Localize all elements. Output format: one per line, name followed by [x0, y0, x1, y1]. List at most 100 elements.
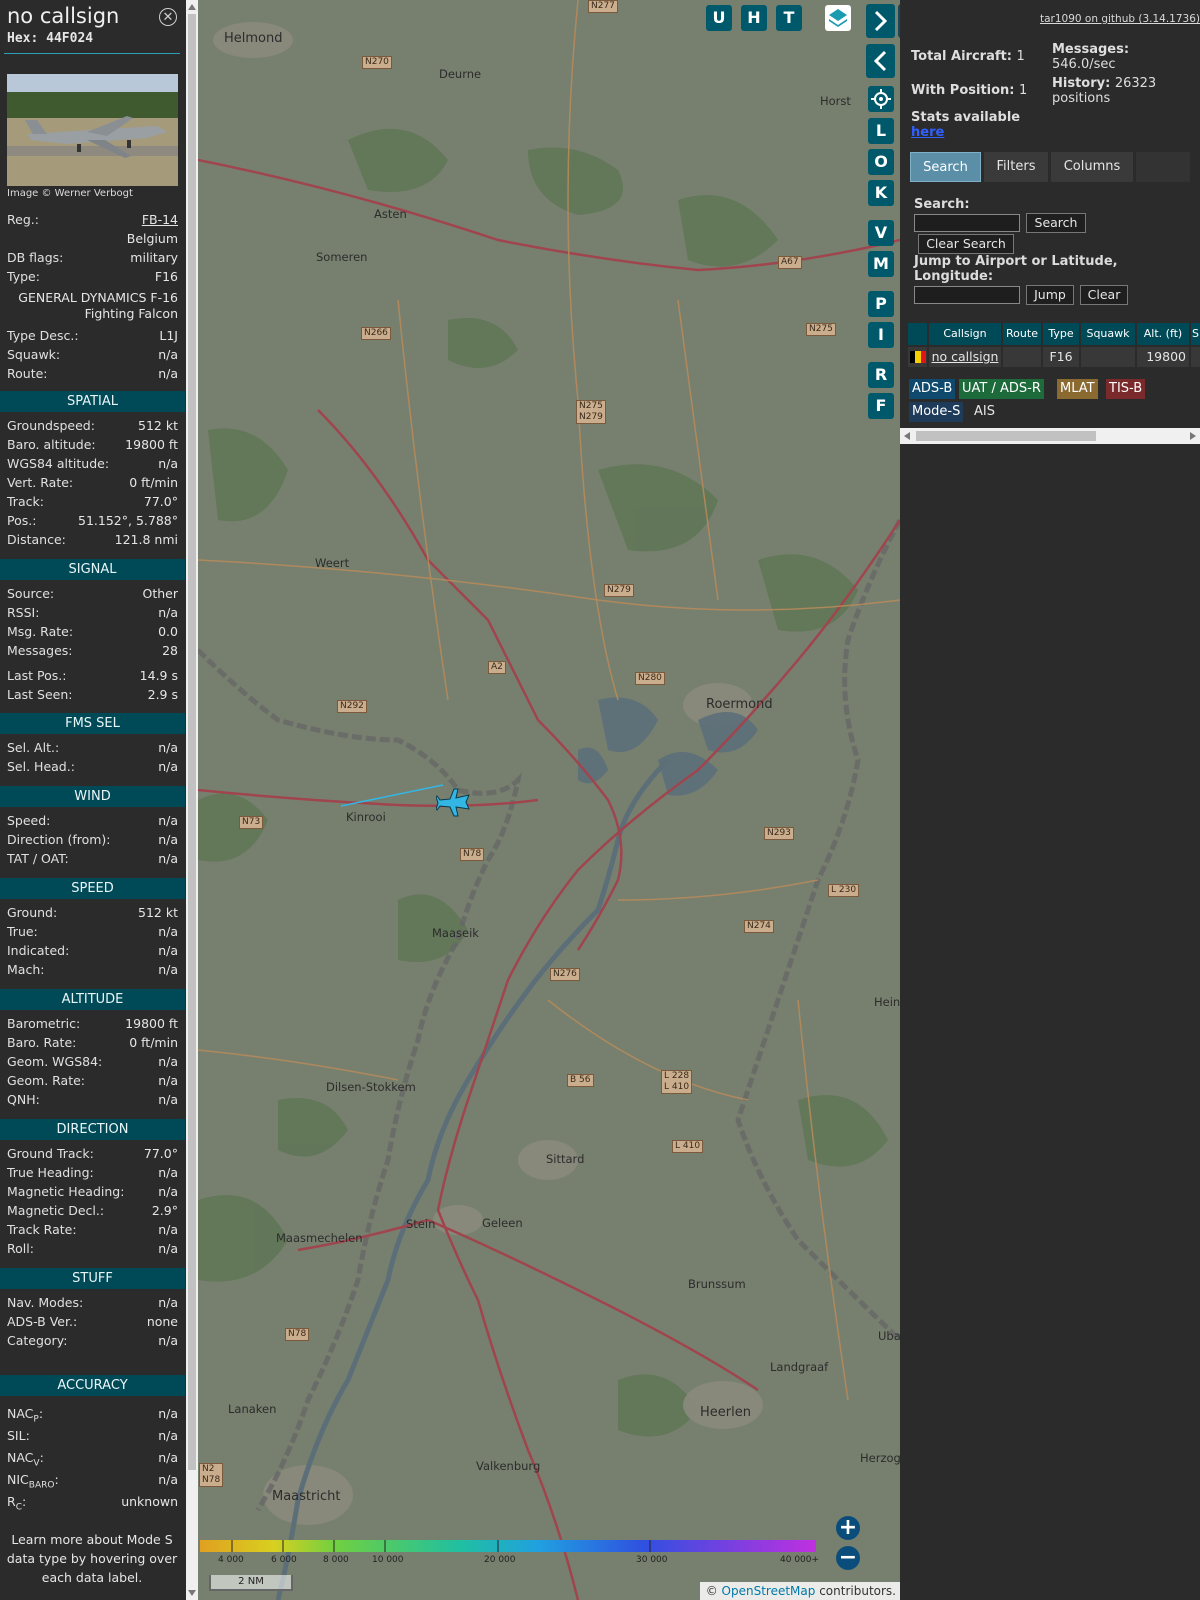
- expand-sidebar-icon[interactable]: [866, 4, 895, 38]
- scroll-down-arrow-icon[interactable]: [188, 1590, 196, 1596]
- info-row: Geom. Rate: n/a: [7, 1073, 178, 1091]
- jump-input[interactable]: [914, 286, 1020, 304]
- table-header-altitude[interactable]: Alt. (ft): [1137, 323, 1189, 345]
- info-row: SIL: n/a: [7, 1428, 178, 1446]
- table-cell-speed[interactable]: [1191, 347, 1200, 367]
- info-label: WGS84 altitude:: [7, 456, 110, 471]
- table-header-type[interactable]: Type: [1043, 323, 1079, 345]
- map-button-v[interactable]: V: [868, 220, 894, 246]
- info-row: Geom. WGS84: n/a: [7, 1054, 178, 1072]
- info-value: n/a: [158, 1222, 178, 1237]
- table-cell-callsign[interactable]: no callsign: [929, 347, 1001, 367]
- github-link[interactable]: tar1090 on github (3.14.1736): [1040, 13, 1200, 25]
- info-label: True Heading:: [7, 1165, 94, 1180]
- aircraft-photo[interactable]: [7, 74, 178, 186]
- legend-label: 6 000: [271, 1555, 297, 1565]
- chip-mlat[interactable]: MLAT: [1057, 379, 1098, 399]
- table-cell-altitude[interactable]: 19800: [1137, 347, 1189, 367]
- zoom-out-icon[interactable]: −: [836, 1546, 860, 1570]
- info-label: Vert. Rate:: [7, 475, 74, 490]
- road-tag: N78: [460, 848, 485, 861]
- table-cell-route[interactable]: [1003, 347, 1041, 367]
- info-row-route: Route: n/a: [7, 366, 178, 384]
- info-value: n/a: [158, 347, 178, 362]
- selected-callsign: no callsign: [7, 4, 120, 28]
- map-button-r[interactable]: R: [868, 362, 894, 388]
- map-button-h[interactable]: H: [741, 5, 767, 31]
- zoom-in-icon[interactable]: +: [836, 1516, 860, 1540]
- info-row: Category: n/a: [7, 1333, 178, 1351]
- map-button-t[interactable]: T: [776, 5, 802, 31]
- table-horizontal-scrollbar[interactable]: [900, 428, 1200, 444]
- map-canvas[interactable]: Helmond Deurne Horst Asten Someren Weert…: [198, 0, 900, 1600]
- jump-button[interactable]: Jump: [1026, 285, 1074, 305]
- map-button-u[interactable]: U: [706, 5, 732, 31]
- info-row: Roll: n/a: [7, 1241, 178, 1259]
- place-label: Roermond: [706, 697, 773, 712]
- tab-search[interactable]: Search: [910, 152, 981, 182]
- tab-filters[interactable]: Filters: [984, 152, 1048, 182]
- table-header-callsign[interactable]: Callsign: [929, 323, 1001, 345]
- info-value: n/a: [158, 1472, 178, 1487]
- table-cell-type[interactable]: F16: [1043, 347, 1079, 367]
- section-header-speed: SPEED: [0, 878, 185, 899]
- chip-adsb[interactable]: ADS-B: [909, 379, 956, 399]
- info-row: Track Rate: n/a: [7, 1222, 178, 1240]
- scroll-right-arrow-icon[interactable]: [1190, 432, 1196, 440]
- table-header-route[interactable]: Route: [1003, 323, 1041, 345]
- search-label: Search:: [914, 197, 970, 212]
- table-header-squawk[interactable]: Squawk: [1081, 323, 1135, 345]
- info-label: Squawk:: [7, 347, 61, 362]
- layers-icon[interactable]: [825, 5, 851, 31]
- map-button-k[interactable]: K: [868, 180, 894, 206]
- type-full-line-2: Fighting Falcon: [84, 306, 178, 321]
- info-label: Magnetic Heading:: [7, 1184, 125, 1199]
- search-input[interactable]: [914, 214, 1020, 232]
- map-button-l[interactable]: L: [868, 118, 894, 144]
- legend-label: 30 000: [636, 1555, 668, 1565]
- aircraft-track: [340, 784, 444, 807]
- info-value: 512 kt: [138, 418, 178, 433]
- scroll-up-arrow-icon[interactable]: [188, 4, 196, 10]
- road-tag: N277: [588, 0, 618, 13]
- info-panel-scrollbar[interactable]: [186, 0, 198, 1600]
- info-label: Last Seen:: [7, 687, 73, 702]
- chip-tisb[interactable]: TIS-B: [1106, 379, 1146, 399]
- chip-modes[interactable]: Mode-S: [909, 402, 964, 422]
- road-tag: N276: [550, 968, 580, 981]
- info-value: L1J: [159, 328, 178, 343]
- map-button-o[interactable]: O: [868, 149, 894, 175]
- map-button-f[interactable]: F: [868, 393, 894, 419]
- search-button[interactable]: Search: [1026, 213, 1086, 233]
- registration-link[interactable]: FB-14: [142, 212, 178, 227]
- clear-search-button[interactable]: Clear Search: [918, 234, 1014, 254]
- map-button-i[interactable]: I: [868, 322, 894, 348]
- clear-button[interactable]: Clear: [1080, 285, 1128, 305]
- collapse-sidebar-icon[interactable]: [866, 44, 895, 78]
- info-label: Source:: [7, 586, 55, 601]
- section-header-accuracy: ACCURACY: [0, 1375, 185, 1396]
- map-button-p[interactable]: P: [868, 291, 894, 317]
- info-label: Messages:: [7, 643, 73, 658]
- stats-link[interactable]: here: [911, 125, 1020, 140]
- tab-columns[interactable]: Columns: [1051, 152, 1133, 182]
- place-label: Weert: [315, 556, 350, 570]
- info-row-type: Type: F16: [7, 269, 178, 287]
- info-value: military: [130, 250, 178, 265]
- info-label: Baro. Rate:: [7, 1035, 77, 1050]
- info-row: True: n/a: [7, 924, 178, 942]
- map-button-m[interactable]: M: [868, 251, 894, 277]
- table-header-speed[interactable]: S: [1191, 323, 1200, 345]
- close-icon[interactable]: ✕: [159, 8, 177, 26]
- chip-ais[interactable]: AIS: [971, 402, 998, 422]
- info-row: ADS-B Ver.: none: [7, 1314, 178, 1332]
- settings-gear-icon[interactable]: [868, 86, 894, 112]
- legend-label: 4 000: [218, 1555, 244, 1565]
- scroll-left-arrow-icon[interactable]: [904, 432, 910, 440]
- chip-uat[interactable]: UAT / ADS-R: [959, 379, 1044, 399]
- scrollbar-thumb[interactable]: [188, 14, 196, 1470]
- osm-link[interactable]: OpenStreetMap: [722, 1584, 816, 1598]
- aircraft-marker-icon[interactable]: [436, 787, 470, 817]
- scrollbar-thumb[interactable]: [916, 431, 1096, 441]
- table-cell-squawk[interactable]: [1081, 347, 1135, 367]
